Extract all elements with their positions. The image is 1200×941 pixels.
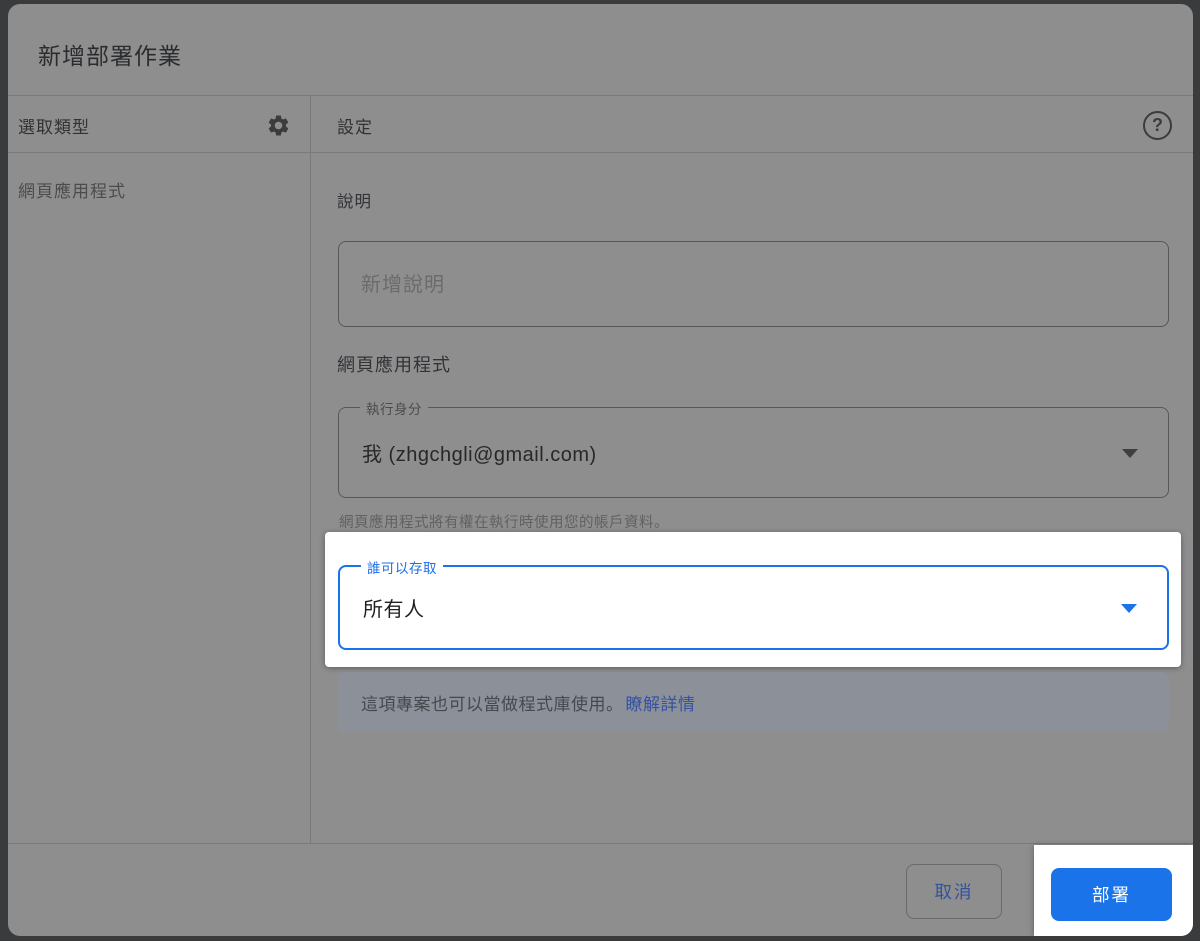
learn-more-link[interactable]: 瞭解詳情: [626, 690, 696, 715]
access-spotlight-highlight: 誰可以存取 所有人: [325, 532, 1181, 667]
execute-as-value: 我 (zhgchgli@gmail.com): [339, 438, 597, 467]
chevron-down-icon: [1122, 449, 1138, 458]
gear-icon[interactable]: [266, 113, 291, 138]
cancel-button[interactable]: 取消: [906, 864, 1002, 919]
execute-as-select[interactable]: 執行身分 我 (zhgchgli@gmail.com): [338, 407, 1169, 498]
new-deployment-dialog: 新增部署作業 選取類型 設定 ? 網頁應用程式 說明 網頁應用程式 執行身分 我…: [8, 4, 1193, 936]
deploy-spotlight-highlight: 部署: [1034, 845, 1193, 936]
sidebar-divider: [310, 96, 311, 843]
deploy-button[interactable]: 部署: [1051, 868, 1172, 921]
library-info-text: 這項專案也可以當做程式庫使用。: [361, 690, 624, 715]
help-icon[interactable]: ?: [1143, 111, 1172, 140]
who-has-access-value: 所有人: [340, 593, 425, 622]
title-divider: [8, 95, 1193, 96]
sidebar-item-web-app[interactable]: 網頁應用程式: [18, 177, 126, 202]
execute-as-helper: 網頁應用程式將有權在執行時使用您的帳戶資料。: [339, 511, 669, 532]
footer-divider: [8, 843, 1193, 844]
library-info-box: 這項專案也可以當做程式庫使用。 瞭解詳情: [337, 672, 1169, 732]
who-has-access-label: 誰可以存取: [361, 557, 443, 577]
description-label: 說明: [337, 188, 372, 212]
web-app-section-label: 網頁應用程式: [337, 351, 451, 377]
chevron-down-icon: [1121, 604, 1137, 613]
who-has-access-select[interactable]: 誰可以存取 所有人: [338, 565, 1169, 650]
select-type-header: 選取類型: [18, 113, 90, 138]
description-input[interactable]: [338, 241, 1169, 327]
dialog-title: 新增部署作業: [38, 37, 182, 71]
execute-as-label: 執行身分: [360, 398, 428, 418]
settings-header: 設定: [337, 113, 373, 138]
screen-backdrop: 新增部署作業 選取類型 設定 ? 網頁應用程式 說明 網頁應用程式 執行身分 我…: [0, 0, 1200, 941]
header-divider: [8, 152, 1193, 153]
